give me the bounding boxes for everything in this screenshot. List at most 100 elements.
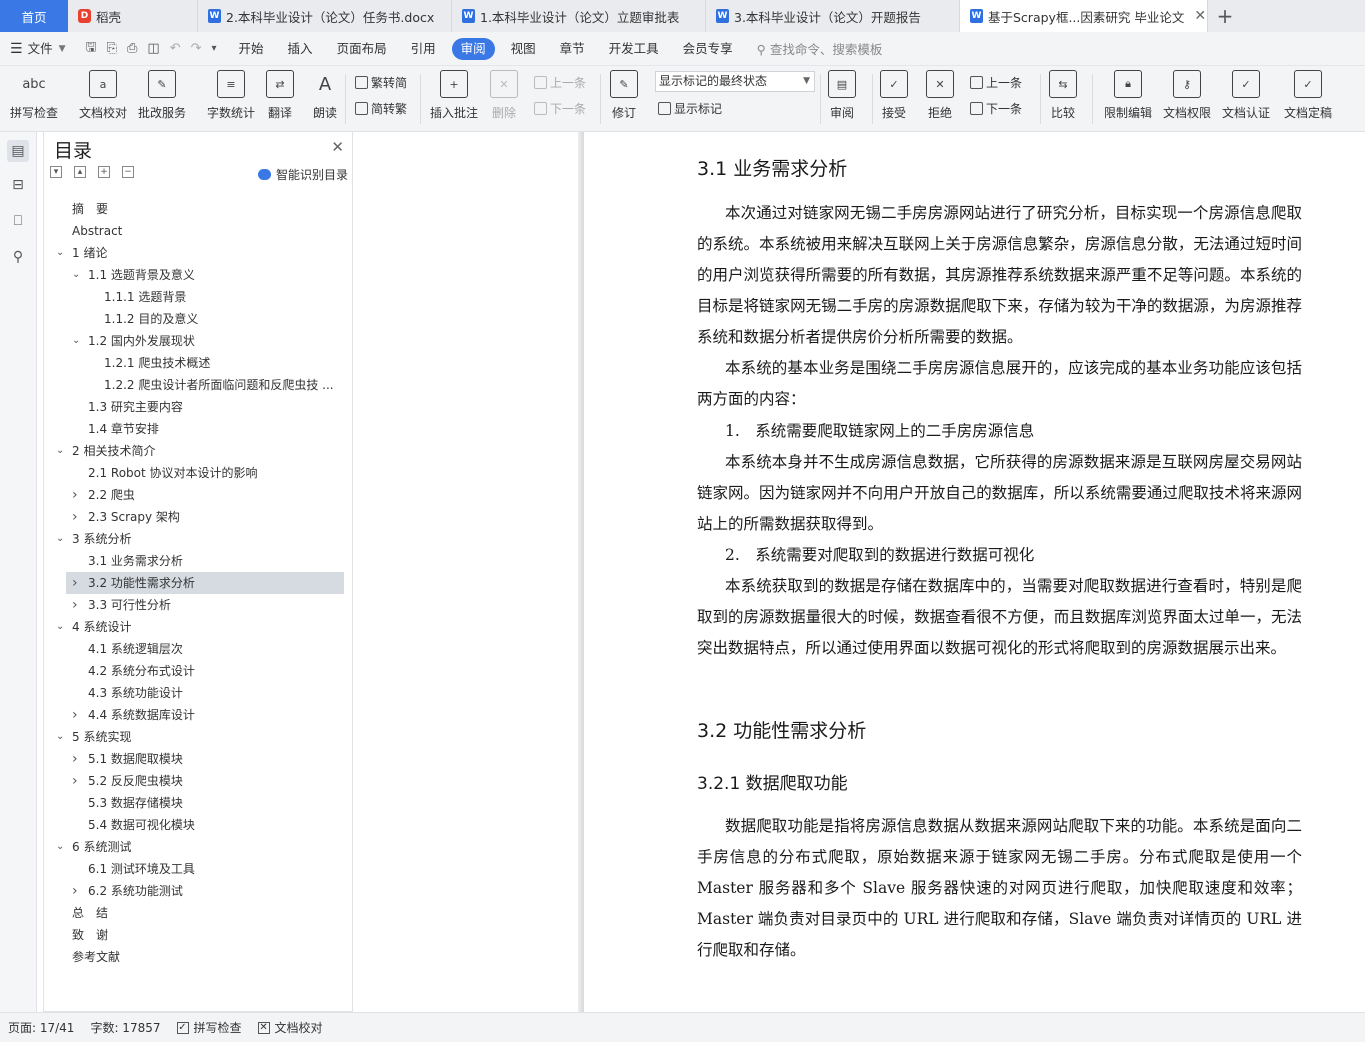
markup-state-select[interactable]: 显示标记的最终状态 ▼ (655, 71, 815, 92)
toc-item[interactable]: 1.4 章节安排 (44, 418, 352, 440)
remove-heading-icon[interactable]: − (122, 166, 134, 178)
close-tab-icon[interactable]: ✕ (1194, 8, 1206, 24)
toc-item[interactable]: › 5.1 数据爬取模块 (44, 748, 352, 770)
toc-item[interactable]: 参考文献 (44, 946, 352, 968)
proofread-status[interactable]: ✕ 文档校对 (257, 1019, 323, 1036)
file-menu[interactable]: ☰ 文件 ▼ (0, 38, 78, 60)
toc-item[interactable]: 摘 要 (44, 198, 352, 220)
delete-comment-button[interactable]: ✕ 删除 (490, 70, 518, 121)
collapse-all-icon[interactable]: ▾ (50, 166, 62, 178)
menu-chapter[interactable]: 章节 (548, 38, 597, 60)
command-search[interactable]: ⚲ 查找命令、搜索模板 (757, 39, 883, 58)
document-finalize-button[interactable]: ✓ 文档定稿 (1284, 70, 1332, 121)
tab-home[interactable]: 首页 (0, 0, 68, 32)
print-preview-icon[interactable]: ◫ (147, 41, 159, 56)
previous-comment-button[interactable]: 上一条 (534, 74, 586, 91)
toc-item[interactable]: › 3.2 功能性需求分析 (66, 572, 344, 594)
word-count-button[interactable]: ≡ 字数统计 (207, 70, 255, 121)
toc-item[interactable]: ⌄ 1 绪论 (44, 242, 352, 264)
toc-item[interactable]: 1.2.2 爬虫设计者所面临问题和反爬虫技 ... (44, 374, 352, 396)
next-comment-button[interactable]: 下一条 (534, 100, 586, 117)
toc-icon[interactable]: ▤ (7, 140, 29, 162)
chevron-down-icon[interactable]: ⌄ (72, 330, 80, 352)
menu-insert[interactable]: 插入 (276, 38, 325, 60)
toc-item[interactable]: Abstract (44, 220, 352, 242)
read-aloud-button[interactable]: A 朗读 (311, 70, 339, 121)
tab-document[interactable]: W 1.本科毕业设计（论文）立题审批表 (452, 0, 706, 32)
search-icon[interactable]: ⚲ (7, 246, 29, 268)
redo-icon[interactable]: ↷ (191, 41, 202, 56)
toc-item[interactable]: 4.2 系统分布式设计 (44, 660, 352, 682)
accept-button[interactable]: ✓ 接受 (880, 70, 908, 121)
toc-item[interactable]: › 2.2 爬虫 (44, 484, 352, 506)
toc-item[interactable]: 1.2.1 爬虫技术概述 (44, 352, 352, 374)
tab-document[interactable]: W 2.本科毕业设计（论文）任务书.docx (198, 0, 452, 32)
toc-item[interactable]: 4.3 系统功能设计 (44, 682, 352, 704)
outline-icon[interactable]: ⊟ (7, 174, 29, 196)
proofread-button[interactable]: a 文档校对 (79, 70, 127, 121)
simplified-to-traditional-button[interactable]: 简转繁 (355, 100, 407, 117)
toc-item[interactable]: 致 谢 (44, 924, 352, 946)
add-heading-icon[interactable]: + (98, 166, 110, 178)
toc-item[interactable]: › 4.4 系统数据库设计 (44, 704, 352, 726)
save-icon[interactable]: 🖫 (86, 38, 97, 60)
compare-button[interactable]: ⇆ 比较 (1049, 70, 1077, 121)
toc-item[interactable]: 1.3 研究主要内容 (44, 396, 352, 418)
menu-page-layout[interactable]: 页面布局 (325, 38, 399, 60)
toc-item[interactable]: › 5.2 反反爬虫模块 (44, 770, 352, 792)
chevron-right-icon[interactable]: › (72, 704, 78, 726)
menu-member[interactable]: 会员专享 (671, 38, 745, 60)
chevron-right-icon[interactable]: › (72, 748, 78, 770)
document-page[interactable]: 3.1 业务需求分析 本次通过对链家网无锡二手房房源网站进行了研究分析，目标实现… (584, 132, 1365, 1012)
toc-item[interactable]: 2.1 Robot 协议对本设计的影响 (44, 462, 352, 484)
restrict-editing-button[interactable]: 🔒︎ 限制编辑 (1104, 70, 1152, 121)
chevron-down-icon[interactable]: ⌄ (56, 836, 64, 858)
menu-developer[interactable]: 开发工具 (597, 38, 671, 60)
chevron-down-icon[interactable]: ⌄ (56, 726, 64, 748)
customize-icon[interactable]: ▾ (212, 43, 217, 54)
menu-view[interactable]: 视图 (499, 38, 548, 60)
toc-item[interactable]: 1.1.2 目的及意义 (44, 308, 352, 330)
export-icon[interactable]: ⎘ (107, 41, 117, 56)
track-changes-button[interactable]: ✎ 修订 (610, 70, 638, 121)
previous-change-button[interactable]: 上一条 (970, 74, 1022, 91)
toc-item[interactable]: 3.1 业务需求分析 (44, 550, 352, 572)
toc-item[interactable]: ⌄ 4 系统设计 (44, 616, 352, 638)
chevron-down-icon[interactable]: ⌄ (56, 440, 64, 462)
toc-item[interactable]: 5.4 数据可视化模块 (44, 814, 352, 836)
annotation-service-button[interactable]: ✎ 批改服务 (138, 70, 186, 121)
chevron-down-icon[interactable]: ⌄ (56, 242, 64, 264)
smart-toc-button[interactable]: 智能识别目录 (257, 166, 348, 183)
menu-references[interactable]: 引用 (399, 38, 448, 60)
show-markup-button[interactable]: 显示标记 (658, 100, 722, 117)
toc-item[interactable]: ⌄ 1.2 国内外发展现状 (44, 330, 352, 352)
word-count-indicator[interactable]: 字数: 17857 (90, 1019, 160, 1036)
toc-item[interactable]: 1.1.1 选题背景 (44, 286, 352, 308)
spell-check-button[interactable]: abc 拼写检查 (10, 70, 58, 121)
chevron-down-icon[interactable]: ⌄ (56, 528, 64, 550)
toc-item[interactable]: 6.1 测试环境及工具 (44, 858, 352, 880)
bookmark-icon[interactable]: ⎕ (7, 210, 29, 232)
spell-check-status[interactable]: ✓ 拼写检查 (176, 1019, 242, 1036)
undo-icon[interactable]: ↶ (170, 41, 181, 56)
document-permission-button[interactable]: ⚷ 文档权限 (1163, 70, 1211, 121)
toc-item[interactable]: › 6.2 系统功能测试 (44, 880, 352, 902)
toc-item[interactable]: 总 结 (44, 902, 352, 924)
next-change-button[interactable]: 下一条 (970, 100, 1022, 117)
document-certify-button[interactable]: ✓ 文档认证 (1222, 70, 1270, 121)
toc-item[interactable]: ⌄ 1.1 选题背景及意义 (44, 264, 352, 286)
expand-all-icon[interactable]: ▴ (74, 166, 86, 178)
insert-comment-button[interactable]: + 插入批注 (430, 70, 478, 121)
toc-item[interactable]: ⌄ 3 系统分析 (44, 528, 352, 550)
toc-item[interactable]: 5.3 数据存储模块 (44, 792, 352, 814)
menu-home[interactable]: 开始 (227, 38, 276, 60)
toc-item[interactable]: ⌄ 6 系统测试 (44, 836, 352, 858)
chevron-right-icon[interactable]: › (72, 484, 78, 506)
page-indicator[interactable]: 页面: 17/41 (8, 1019, 74, 1036)
toc-item[interactable]: › 2.3 Scrapy 架构 (44, 506, 352, 528)
chevron-right-icon[interactable]: › (72, 770, 78, 792)
print-icon[interactable]: ⎙ (127, 41, 137, 56)
chevron-right-icon[interactable]: › (72, 880, 78, 902)
chevron-down-icon[interactable]: ⌄ (56, 616, 64, 638)
chevron-down-icon[interactable]: ⌄ (72, 264, 80, 286)
